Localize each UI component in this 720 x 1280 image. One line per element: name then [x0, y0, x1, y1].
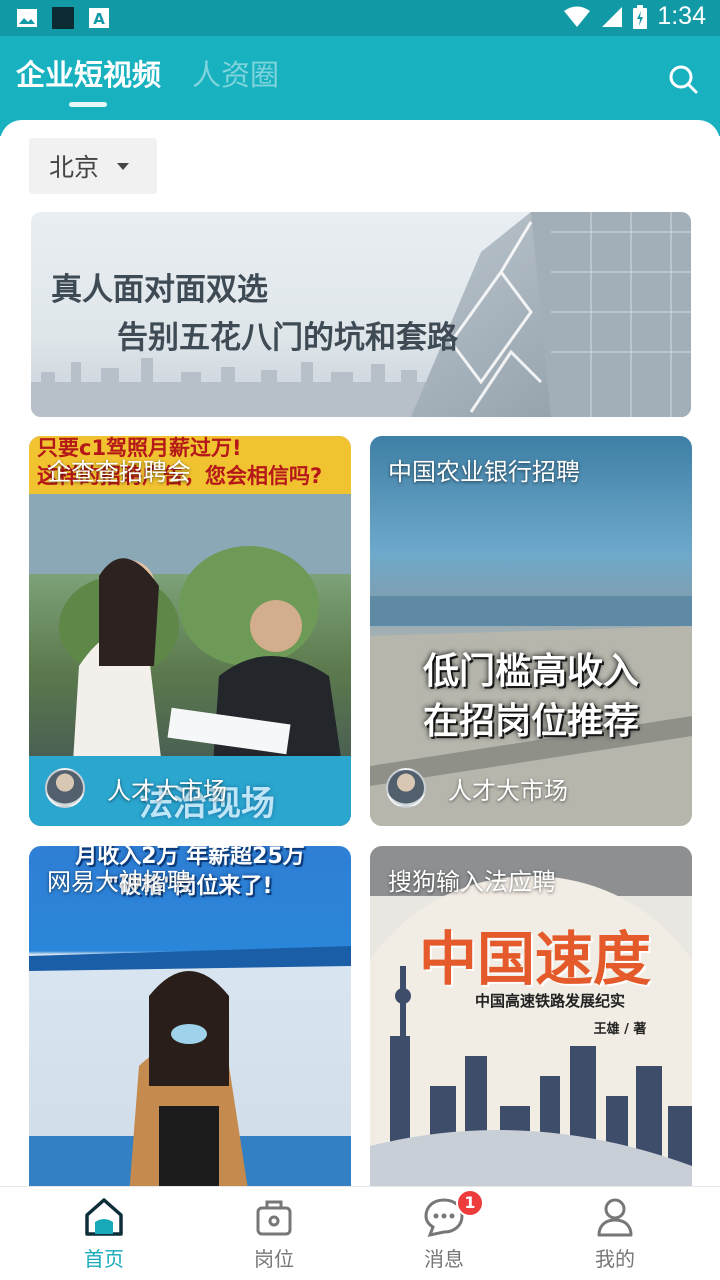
- briefcase-icon: [256, 1200, 292, 1236]
- city-dropdown[interactable]: 北京: [29, 138, 157, 194]
- nav-jobs[interactable]: 岗位: [214, 1195, 334, 1272]
- profile-icon: [597, 1198, 633, 1237]
- battery-icon: [633, 4, 648, 29]
- video-card[interactable]: 低门槛高收入 在招岗位推荐 中国农业银行招聘 人才大市场: [370, 436, 692, 826]
- nav-label: 首页: [84, 1247, 124, 1271]
- bottom-navigation: 首页 岗位 1 消息 我的: [0, 1186, 720, 1280]
- video-author[interactable]: 人才大市场: [107, 771, 227, 806]
- tab-hr-circle[interactable]: 人资圈: [192, 52, 279, 94]
- unread-badge: 1: [456, 1189, 484, 1217]
- square-icon: [52, 7, 74, 29]
- video-title: 企查查招聘会: [47, 458, 191, 486]
- status-bar: A 1:34: [0, 0, 720, 36]
- caret-down-icon: [117, 162, 130, 170]
- nav-label: 我的: [595, 1247, 635, 1271]
- signal-icon: [602, 6, 623, 27]
- video-thumbnail: [370, 846, 692, 1186]
- a-letter-icon: A: [89, 8, 109, 28]
- home-icon: [85, 1198, 123, 1236]
- wifi-icon: [564, 6, 591, 27]
- video-card[interactable]: 中国速度 中国高速铁路发展纪实 王雄 / 著 搜狗输入法应聘: [370, 846, 692, 1186]
- city-label: 北京: [49, 153, 100, 182]
- nav-profile[interactable]: 我的: [555, 1195, 675, 1272]
- video-overlay-book-title: 中国速度: [418, 925, 651, 993]
- promo-banner[interactable]: 真人面对面双选 告别五花八门的坑和套路: [31, 212, 691, 417]
- video-title: 中国农业银行招聘: [388, 458, 580, 486]
- clock: 1:34: [657, 2, 706, 30]
- video-overlay-headline: 低门槛高收入: [422, 651, 639, 692]
- video-title: 搜狗输入法应聘: [388, 868, 556, 896]
- avatar[interactable]: [386, 768, 426, 808]
- nav-messages[interactable]: 1 消息: [384, 1189, 504, 1272]
- image-icon: [17, 9, 37, 27]
- content-area: 北京 真人面对面双选 告别五花八门的坑和套路 只要c1驾照月薪过万! 这样的招聘…: [0, 120, 720, 1186]
- video-author[interactable]: 人才大市场: [448, 771, 568, 806]
- tab-indicator: [69, 102, 107, 107]
- video-overlay-book-author: 王雄 / 著: [593, 1022, 647, 1037]
- svg-text:A: A: [93, 10, 105, 28]
- video-card[interactable]: 月收入2万 年薪超25万 "破格"岗位来了! 网易大神招聘: [29, 846, 351, 1186]
- video-overlay-subheadline: 在招岗位推荐: [422, 701, 639, 742]
- nav-label: 消息: [424, 1247, 464, 1271]
- banner-subheadline: 告别五花八门的坑和套路: [117, 320, 458, 356]
- search-icon[interactable]: [666, 62, 700, 96]
- tab-enterprise-videos[interactable]: 企业短视频: [16, 52, 161, 94]
- video-card[interactable]: 只要c1驾照月薪过万! 这样的招聘广告，您会相信吗? 法治现场 企查查招聘会 人…: [29, 436, 351, 826]
- nav-home[interactable]: 首页: [44, 1195, 164, 1272]
- nav-label: 岗位: [254, 1247, 294, 1271]
- avatar[interactable]: [45, 768, 85, 808]
- banner-headline: 真人面对面双选: [51, 272, 268, 308]
- video-title: 网易大神招聘: [47, 868, 191, 896]
- video-overlay-book-subtitle: 中国高速铁路发展纪实: [474, 992, 625, 1010]
